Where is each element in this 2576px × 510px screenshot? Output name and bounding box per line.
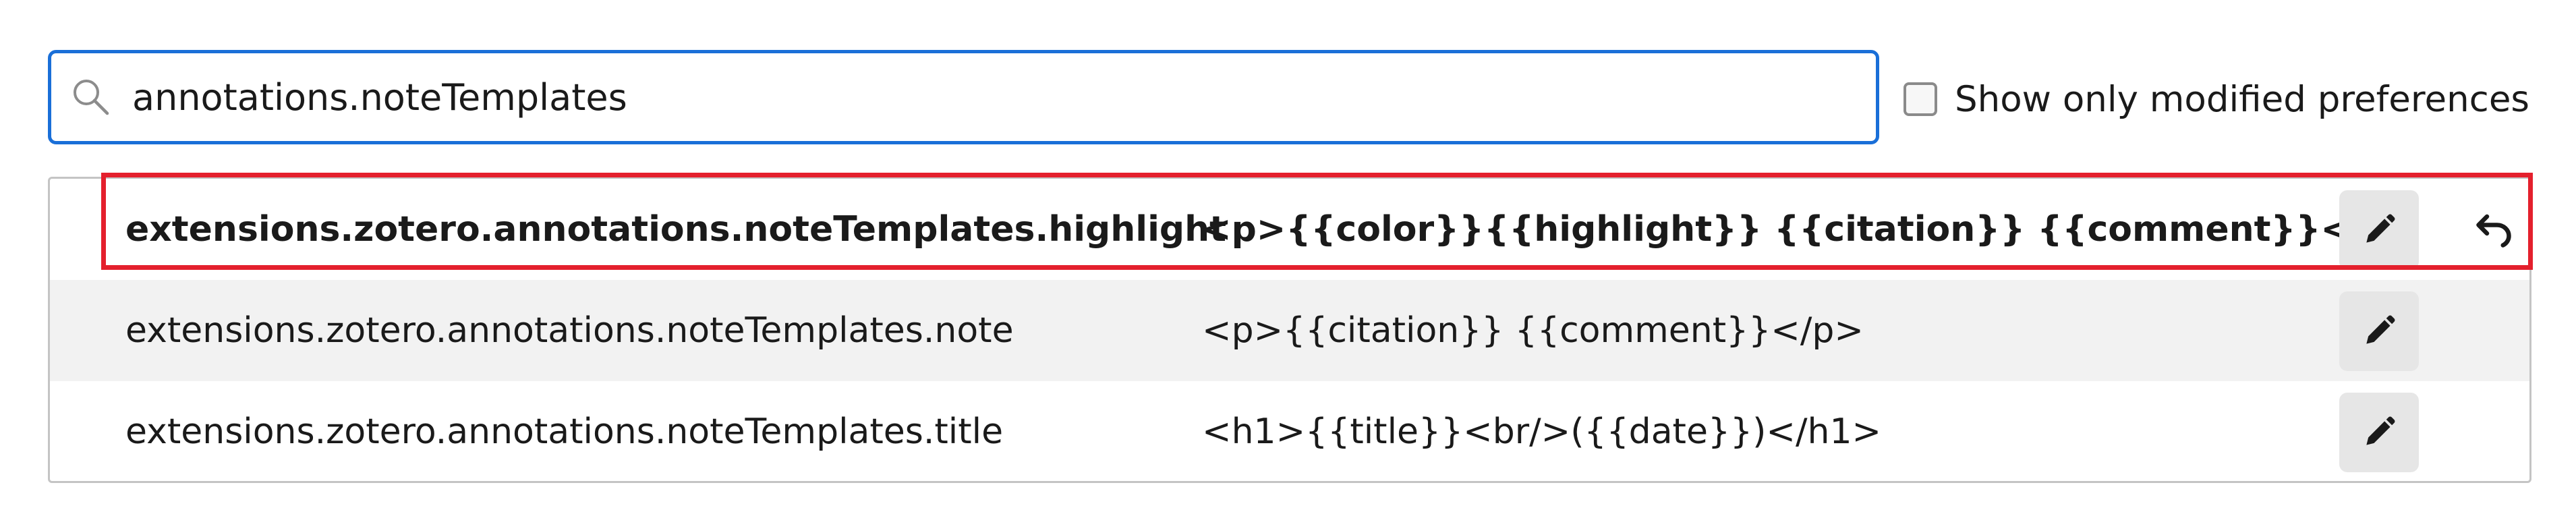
show-modified-checkbox[interactable]	[1904, 82, 1937, 116]
pref-value[interactable]: <p>{{citation}} {{comment}}</p>	[1202, 280, 1864, 381]
pencil-icon	[2366, 416, 2395, 445]
pencil-icon	[2366, 214, 2395, 243]
edit-button[interactable]	[2339, 393, 2419, 472]
table-row[interactable]: extensions.zotero.annotations.noteTempla…	[50, 381, 2529, 481]
edit-button[interactable]	[2339, 190, 2419, 270]
pref-name: extensions.zotero.annotations.noteTempla…	[125, 310, 1014, 351]
reset-button[interactable]	[2454, 190, 2529, 270]
table-row[interactable]: extensions.zotero.annotations.noteTempla…	[50, 280, 2529, 381]
search-box[interactable]	[48, 50, 1879, 144]
table-row[interactable]: extensions.zotero.annotations.noteTempla…	[50, 179, 2529, 280]
pref-value[interactable]: <p>{{color}}{{highlight}} {{citation}} {…	[1202, 179, 2417, 280]
pref-value[interactable]: <h1>{{title}}<br/>({{date}})</h1>	[1202, 381, 1881, 481]
search-input[interactable]	[132, 53, 1862, 141]
search-icon	[74, 80, 109, 115]
show-modified-label: Show only modified preferences	[1955, 78, 2530, 120]
pref-name: extensions.zotero.annotations.noteTempla…	[125, 412, 1004, 452]
pencil-icon	[2366, 315, 2395, 344]
edit-button[interactable]	[2339, 291, 2419, 371]
pref-name: extensions.zotero.annotations.noteTempla…	[125, 209, 1227, 250]
show-modified-toggle[interactable]: Show only modified preferences	[1904, 76, 2529, 123]
preferences-table: extensions.zotero.annotations.noteTempla…	[48, 177, 2531, 483]
undo-icon	[2476, 214, 2511, 248]
